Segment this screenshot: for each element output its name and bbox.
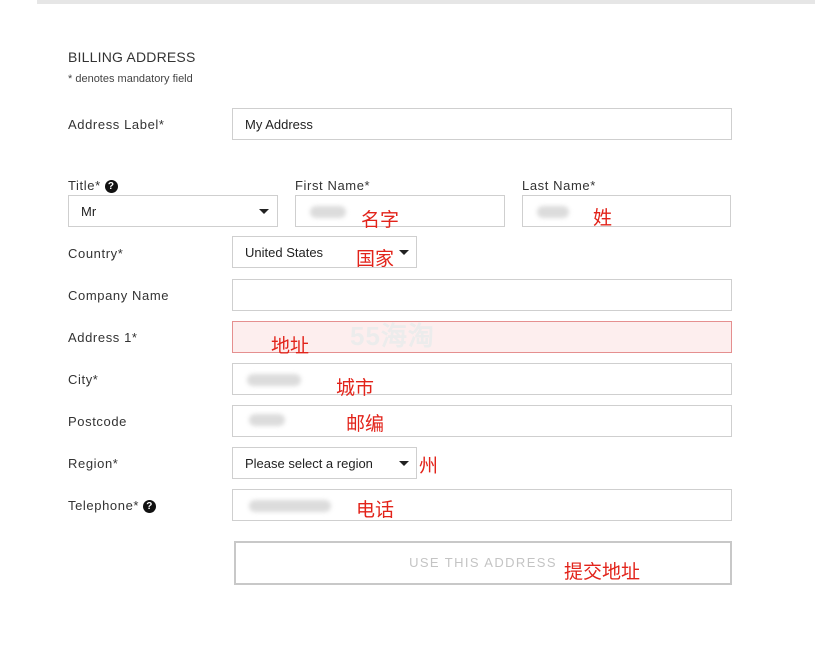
- title-select[interactable]: Mr: [68, 195, 278, 227]
- address1-label: Address 1*: [68, 330, 138, 345]
- title-label-text: Title*: [68, 178, 101, 193]
- company-name-input[interactable]: [232, 279, 732, 311]
- country-select-value: United States: [245, 245, 324, 260]
- annotation-last-name: 姓: [593, 207, 613, 229]
- top-divider: [37, 0, 815, 4]
- company-name-label: Company Name: [68, 288, 170, 303]
- redacted-last-name: [537, 206, 569, 218]
- title-label: Title*?: [68, 178, 118, 193]
- country-label: Country*: [68, 246, 124, 261]
- redacted-postcode: [249, 414, 285, 426]
- last-name-label: Last Name*: [522, 178, 596, 193]
- annotation-phone: 电话: [356, 499, 395, 521]
- telephone-label-text: Telephone*: [68, 498, 140, 513]
- annotation-region: 州: [419, 455, 439, 477]
- region-label: Region*: [68, 456, 119, 471]
- telephone-input[interactable]: [232, 489, 732, 521]
- address-label-input[interactable]: My Address: [232, 108, 732, 140]
- annotation-first-name: 名字: [361, 209, 400, 231]
- caret-down-icon: [399, 461, 409, 466]
- mandatory-note: * denotes mandatory field: [68, 73, 193, 85]
- annotation-submit: 提交地址: [564, 561, 641, 583]
- caret-down-icon: [259, 209, 269, 214]
- first-name-input[interactable]: [295, 195, 505, 227]
- first-name-label: First Name*: [295, 178, 371, 193]
- annotation-postcode: 邮编: [346, 413, 385, 435]
- title-select-value: Mr: [81, 204, 97, 219]
- telephone-label: Telephone*?: [68, 498, 157, 513]
- question-circle-icon[interactable]: ?: [143, 500, 157, 513]
- watermark: 55海淘: [350, 321, 435, 351]
- region-select-value: Please select a region: [245, 456, 373, 471]
- postcode-label: Postcode: [68, 414, 128, 429]
- redacted-telephone: [249, 500, 331, 512]
- caret-down-icon: [399, 250, 409, 255]
- annotation-address: 地址: [271, 335, 310, 357]
- annotation-country: 国家: [356, 248, 395, 270]
- postcode-input[interactable]: [232, 405, 732, 437]
- use-this-address-button[interactable]: USE THIS ADDRESS: [234, 541, 732, 585]
- address-label-label: Address Label*: [68, 117, 165, 132]
- question-circle-icon[interactable]: ?: [104, 180, 118, 193]
- redacted-first-name: [310, 206, 346, 218]
- city-label: City*: [68, 372, 99, 387]
- annotation-city: 城市: [336, 377, 375, 399]
- redacted-city: [247, 374, 301, 386]
- address-label-value: My Address: [245, 117, 313, 132]
- section-title: BILLING ADDRESS: [68, 49, 196, 65]
- last-name-input[interactable]: [522, 195, 731, 227]
- region-select[interactable]: Please select a region: [232, 447, 417, 479]
- city-input[interactable]: [232, 363, 732, 395]
